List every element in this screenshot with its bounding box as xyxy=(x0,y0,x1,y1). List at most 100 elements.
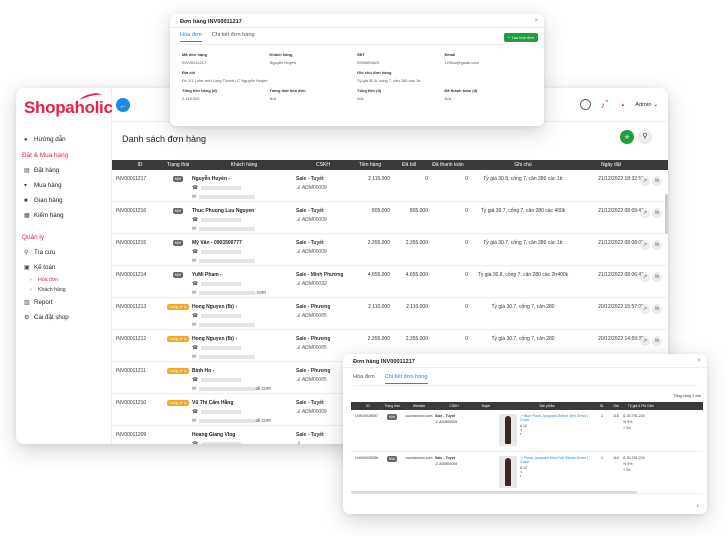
app-logo[interactable]: Shopaholic xyxy=(24,98,113,118)
mail-icon[interactable]: ✉ xyxy=(652,304,662,314)
ghi-chu: Tỷ giá 30.8, cống 7, cân 280 các 1tr xyxy=(483,176,563,182)
order-id[interactable]: INV00011213 xyxy=(112,298,164,329)
order-id[interactable]: INV00011217 xyxy=(112,170,164,201)
table-row[interactable]: INV00011213 Đang xử lý Hong Nguyen (fb) - ☎… xyxy=(112,298,668,330)
table-row[interactable]: INV00011216 Mới Thuc Phuong Luu Nguyen ☎ ✉ Sa… xyxy=(112,202,668,234)
cskh-cell: Sale - Tuyết ♙ ADM00009 xyxy=(296,176,327,191)
modal-tabs: Hóa đơn Chi tiết đơn hàng xyxy=(180,32,255,42)
table-row[interactable]: INV00011217 Mới Nguyễn Huyền - ☎ ✉ Sale - Tuy… xyxy=(112,170,668,202)
da-bill: 805.000 xyxy=(409,208,428,214)
table-row[interactable]: INV00011215 Mới Mỹ Vân - 0903500777 ☎ ✉ Sale … xyxy=(112,234,668,266)
tab-chi-tiet[interactable]: Chi tiết đơn hàng xyxy=(212,32,255,42)
cskh-cell: Sale - Tuyết ♙ xyxy=(296,426,350,444)
table-row[interactable]: LNK00026056 Mới cozofashion.com Sale - Tuyế… xyxy=(351,452,703,494)
order-id[interactable]: INV00011212 xyxy=(112,330,164,361)
back-button[interactable]: ← xyxy=(116,98,130,112)
tien-hang: 805.000 xyxy=(371,208,390,214)
add-order-button[interactable]: + xyxy=(620,130,634,144)
sidebar-item-report[interactable]: ▥ Report xyxy=(16,295,112,310)
phone-icon: ☎ xyxy=(192,345,199,351)
mail-icon[interactable]: ✉ xyxy=(652,176,662,186)
order-detail-table: ID Trạng thái Website CSKH Buyer Sản phẩ… xyxy=(351,402,703,494)
field-dia-chi: Địa chỉ Đc 2/1 | chợ mới Long Thành | C N… xyxy=(182,70,268,83)
sidebar-item-dat-hang[interactable]: ▤ Đặt hàng xyxy=(16,163,112,178)
mail-icon: ✉ xyxy=(192,290,197,296)
customer-name: Hoang Giang Vlog xyxy=(192,432,236,438)
order-id[interactable]: INV00011209 xyxy=(112,426,164,444)
da-bill: 2.355.000 xyxy=(405,240,428,246)
mail-icon[interactable]: ✉ xyxy=(652,208,662,218)
sidebar-subitem-khach-hang[interactable]: › Khách hàng xyxy=(16,285,112,295)
sidebar-item-huong-dan[interactable]: ● Hướng dẫn xyxy=(16,132,112,147)
image-icon: ▪ xyxy=(520,474,522,478)
mail-icon: ✉ xyxy=(192,354,197,360)
sidebar-item-tra-cuu[interactable]: ⚲ Tra cứu xyxy=(16,245,112,260)
product-thumbnail[interactable] xyxy=(499,456,517,488)
phone-icon: ☎ xyxy=(192,409,199,415)
da-thanh-toan: 0 xyxy=(465,240,468,246)
sidebar-item-cai-dat-shop[interactable]: ⚙ Cài đặt shop xyxy=(16,310,112,325)
tien-hang: 2.115.000 xyxy=(368,176,390,182)
tab-hoa-don[interactable]: Hóa đơn xyxy=(353,374,375,384)
mail-icon: ✉ xyxy=(192,386,197,392)
sidebar-item-giao-hang[interactable]: ■ Giao hàng xyxy=(16,193,112,208)
open-link-icon[interactable]: ↗ xyxy=(640,272,650,282)
customer-name: Mỹ Vân - 0903500777 xyxy=(192,240,242,246)
pagination-page[interactable]: 1 xyxy=(697,503,699,508)
open-link-icon[interactable]: ↗ xyxy=(640,304,650,314)
sidebar-item-ke-toan[interactable]: ▣ Kế toán xyxy=(16,260,112,275)
customer-cell: YuMi Pham - ☎ ✉ .com xyxy=(192,266,296,297)
status-badge: Đang xử lý xyxy=(167,304,189,310)
product-thumbnail[interactable] xyxy=(499,414,517,446)
vertical-scrollbar[interactable] xyxy=(665,194,668,234)
mail-icon[interactable]: ✉ xyxy=(652,240,662,250)
status-badge: Mới xyxy=(386,414,398,420)
close-icon[interactable]: × xyxy=(534,18,538,24)
email-suffix: ail.com xyxy=(255,418,272,424)
customer-name: Binh Ho - xyxy=(192,368,215,374)
mail-icon[interactable]: ✉ xyxy=(652,336,662,346)
customer-name: Thuc Phuong Luu Nguyen xyxy=(192,208,255,214)
table-row[interactable]: INV00011214 Mới YuMi Pham - ☎ ✉ .com Sale - Mi… xyxy=(112,266,668,298)
search-button[interactable]: ⚲ xyxy=(638,130,652,144)
cskh-cell: Sale - Phương ♙ ADM00005 xyxy=(296,336,331,351)
report-icon: ▥ xyxy=(24,300,30,306)
open-link-icon[interactable]: ↗ xyxy=(640,208,650,218)
tab-hoa-don[interactable]: Hóa đơn xyxy=(180,32,202,42)
image-icon: ▪ xyxy=(520,432,522,436)
mail-icon[interactable]: ✉ xyxy=(652,272,662,282)
order-id[interactable]: INV00011216 xyxy=(112,202,164,233)
customer-name: YuMi Pham - xyxy=(192,272,222,278)
sidebar-subitem-hoa-don[interactable]: › Hóa đơn xyxy=(16,275,112,285)
admin-menu[interactable]: Admin ⌄ xyxy=(635,102,658,108)
horizontal-scrollbar[interactable] xyxy=(351,491,637,494)
gear-icon: ⚙ xyxy=(24,315,30,321)
order-id[interactable]: INV00011214 xyxy=(112,266,164,297)
sidebar-item-kiem-hang[interactable]: ▦ Kiểm hàng xyxy=(16,208,112,223)
open-link-icon[interactable]: ↗ xyxy=(640,176,650,186)
sidebar-nav: ● Hướng dẫn Đặt & Mua hàng ▤ Đặt hàng ▾ Mua… xyxy=(16,132,112,325)
da-bill: 0 xyxy=(425,176,428,182)
page-title: Danh sách đơn hàng xyxy=(122,134,206,144)
product-link[interactable]: ↗ Blue Floral Jacquard Belted Mini Dress… xyxy=(520,414,595,422)
customer-name: Hong Nguyen (fb) - xyxy=(192,304,237,310)
table-row[interactable]: LNK00026057 Mới cozofashion.com Sale - Tuyế… xyxy=(351,410,703,452)
product-link[interactable]: ↗ Floral Jacquard Mini Puff Sleeve Dress… xyxy=(520,456,595,464)
search-icon: ⚲ xyxy=(24,250,29,256)
create-invoice-button[interactable]: + Tạo hóa đơn xyxy=(503,33,538,42)
sidebar-item-mua-hang[interactable]: ▾ Mua hàng xyxy=(16,178,112,193)
bell-icon[interactable]: ♪ ● xyxy=(601,98,611,110)
order-id[interactable]: INV00011211 xyxy=(112,362,164,393)
shop-mini-logo: ▲ xyxy=(620,102,626,107)
globe-icon[interactable] xyxy=(579,99,591,110)
open-link-icon[interactable]: ↗ xyxy=(640,336,650,346)
close-icon[interactable]: × xyxy=(697,358,701,364)
chevron-down-icon: ⌄ xyxy=(653,101,658,108)
order-id[interactable]: INV00011215 xyxy=(112,234,164,265)
open-link-icon[interactable]: ↗ xyxy=(640,240,650,250)
cart-icon: ▤ xyxy=(24,168,30,174)
info-icon: ● xyxy=(24,136,28,143)
sidebar-section-dat-mua-hang: Đặt & Mua hàng xyxy=(22,151,69,159)
tab-chi-tiet[interactable]: Chi tiết đơn hàng xyxy=(384,374,428,384)
order-id[interactable]: INV00011210 xyxy=(112,394,164,425)
